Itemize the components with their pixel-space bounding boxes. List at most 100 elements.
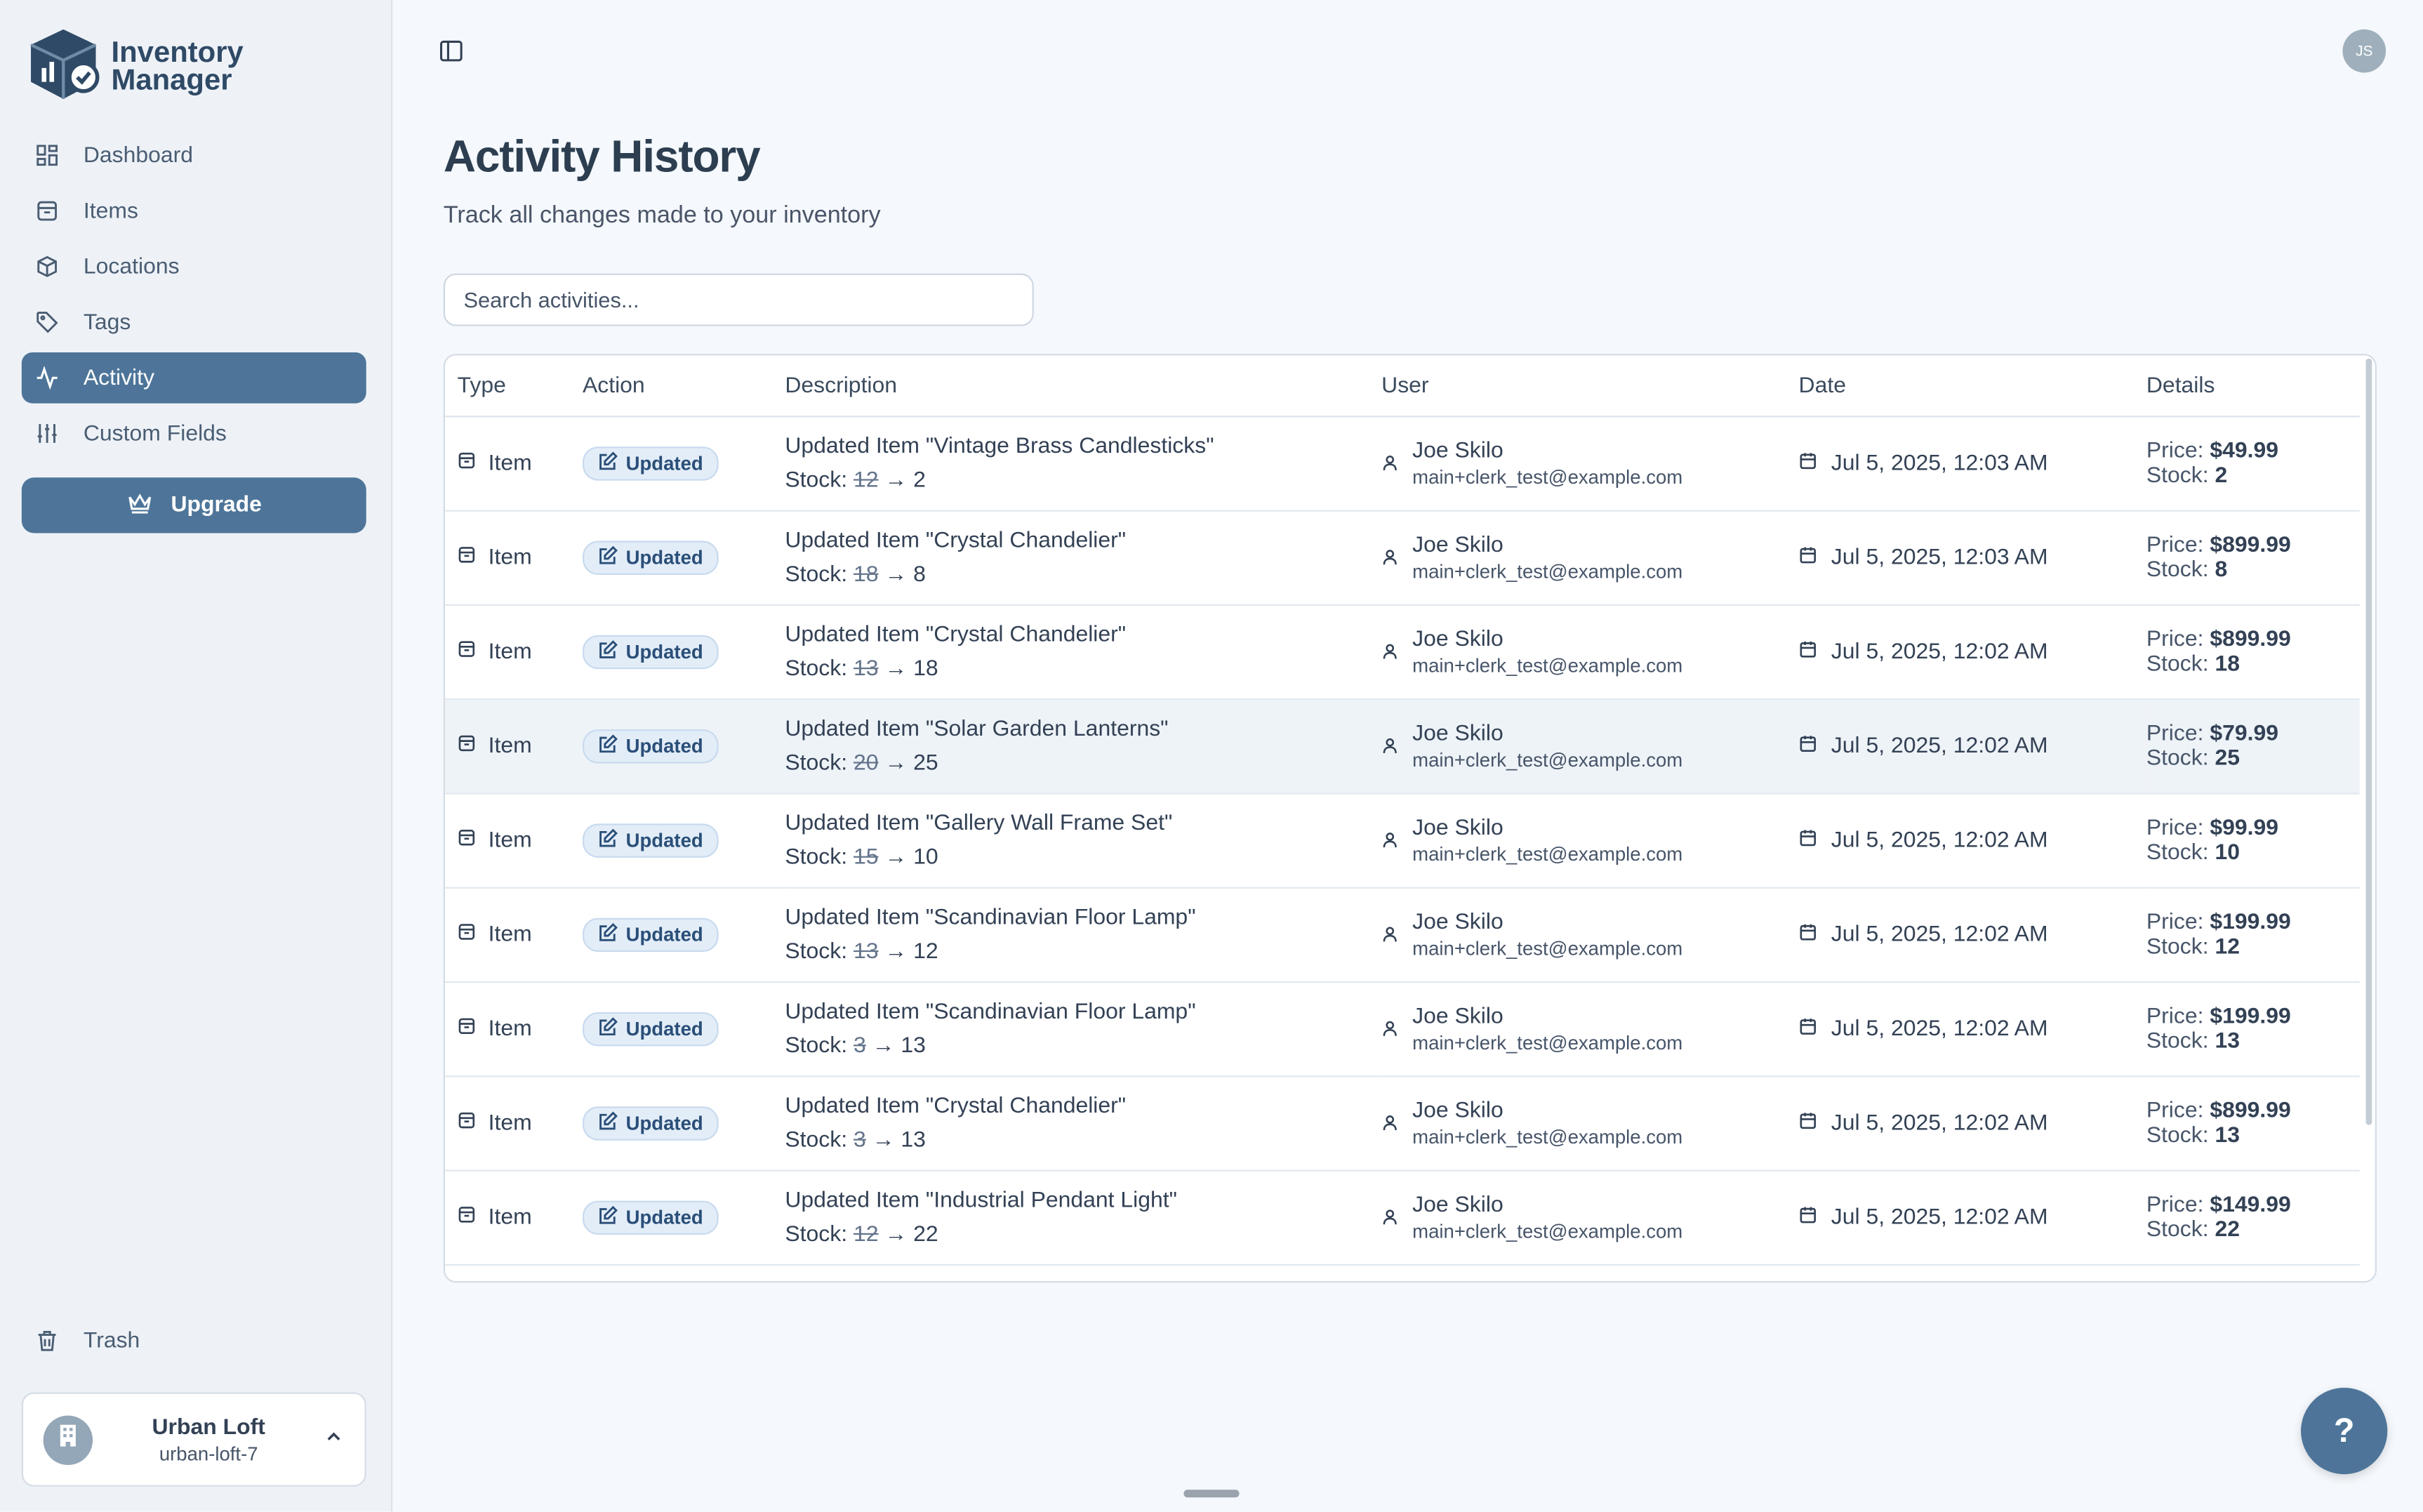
stock-new-value: 13 [901, 1128, 926, 1153]
sidebar-item-items[interactable]: Items [22, 185, 366, 237]
stock-detail-label: Stock: [2146, 934, 2209, 960]
box-icon [34, 199, 58, 223]
user-avatar[interactable]: JS [2342, 29, 2387, 73]
calendar-icon [1799, 1017, 1817, 1042]
price-line: Price: $199.99 [2146, 1004, 2360, 1029]
table-row[interactable]: Item Updated Updated Item "Gallery Wall … [445, 793, 2360, 889]
sidebar-item-dashboard[interactable]: Dashboard [22, 130, 366, 181]
sidebar-toggle-icon[interactable] [439, 39, 463, 71]
app-name-line1: Inventory [111, 36, 244, 69]
table-row[interactable]: Item Updated Updated Item "Solar Garden … [445, 699, 2360, 795]
description-text: Updated Item "Solar Garden Lanterns" [785, 717, 1169, 742]
sidebar-item-label: Items [83, 198, 138, 224]
details-cell: Price: $199.99 Stock: 13 [2146, 982, 2360, 1077]
sidebar-item-custom-fields[interactable]: Custom Fields [22, 408, 366, 459]
stock-label: Stock: [785, 468, 848, 493]
price-value: $149.99 [2210, 1193, 2291, 1218]
org-switcher[interactable]: Urban Loft urban-loft-7 [21, 1392, 366, 1487]
edit-icon [598, 734, 618, 759]
date-text: Jul 5, 2025, 12:03 AM [1831, 451, 2048, 477]
details-cell: Price: $99.99 Stock: 10 [2146, 793, 2360, 889]
stock-detail-line: Stock: 22 [2146, 1218, 2360, 1242]
help-button[interactable]: ? [2301, 1387, 2388, 1475]
drag-handle[interactable] [1183, 1490, 1240, 1498]
column-header-date: Date [1798, 355, 2146, 418]
type-cell: Item [445, 416, 583, 512]
user-icon [1381, 1017, 1398, 1042]
action-label: Updated [625, 1207, 703, 1229]
description-cell: Updated Item "Solar Garden Lanterns" Sto… [785, 699, 1382, 795]
stock-detail-label: Stock: [2146, 1123, 2209, 1148]
price-label: Price: [2146, 722, 2204, 747]
sidebar-item-activity[interactable]: Activity [21, 352, 366, 404]
price-line: Price: $899.99 [2146, 628, 2360, 652]
stock-detail-value: 2 [2215, 463, 2228, 489]
stock-change: Stock: 13 → 12 [785, 940, 1381, 964]
stock-label: Stock: [785, 1222, 848, 1247]
sidebar: Inventory Manager Dashboard Items Locati… [0, 0, 393, 1512]
upgrade-button[interactable]: Upgrade [21, 477, 366, 533]
arrow-right-icon: → [884, 1222, 908, 1247]
type-label: Item [488, 1016, 532, 1042]
user-icon [1381, 922, 1398, 947]
table-row[interactable]: Item Updated Updated Item "Scandinavian … [445, 982, 2360, 1077]
stock-new-value: 12 [913, 939, 938, 964]
date-cell: Jul 5, 2025, 12:02 AM [1798, 982, 2146, 1077]
price-line: Price: $899.99 [2146, 1099, 2360, 1123]
arrow-right-icon: → [872, 1128, 895, 1153]
table-row[interactable]: Item Updated Updated Item "Scandinavian … [445, 887, 2360, 983]
search-input[interactable] [443, 273, 1034, 326]
details-cell: Price: $199.99 Stock: 12 [2146, 887, 2360, 983]
action-badge: Updated [582, 1200, 719, 1235]
stock-detail-value: 18 [2215, 652, 2241, 677]
price-value: $49.99 [2210, 439, 2279, 464]
app-logo[interactable]: Inventory Manager [25, 25, 244, 110]
table-row[interactable]: Item Updated Updated Item "Crystal Chand… [445, 510, 2360, 606]
stock-new-value: 13 [901, 1033, 926, 1059]
edit-icon [598, 1205, 618, 1230]
details-cell: Price: $149.99 Stock: 22 [2146, 1170, 2360, 1266]
sidebar-item-label: Dashboard [83, 142, 194, 168]
stock-detail-line: Stock: 2 [2146, 463, 2360, 488]
price-value: $99.99 [2210, 816, 2279, 841]
stock-detail-label: Stock: [2146, 1029, 2209, 1054]
details-cell: Price: $899.99 Stock: 8 [2146, 510, 2360, 606]
sidebar-nav: Dashboard Items Locations Tags Activity … [21, 130, 366, 464]
arrow-right-icon: → [872, 1033, 895, 1059]
stock-detail-line: Stock: 18 [2146, 652, 2360, 677]
user-name: Joe Skilo [1412, 1004, 1503, 1030]
table-row[interactable]: Item Updated Updated Item "Industrial Pe… [445, 1170, 2360, 1266]
price-line: Price: $899.99 [2146, 533, 2360, 558]
price-label: Price: [2146, 910, 2204, 935]
table-row[interactable]: Item Updated Updated Item "Crystal Chand… [445, 604, 2360, 701]
action-badge: Updated [582, 635, 719, 670]
user-cell: Joe Skilo main+clerk_test@example.com [1381, 1076, 1799, 1172]
price-value: $199.99 [2210, 1004, 2291, 1030]
action-cell: Updated [582, 1076, 785, 1172]
arrow-right-icon: → [884, 562, 908, 588]
sidebar-item-trash[interactable]: Trash [22, 1315, 366, 1366]
sidebar-item-tags[interactable]: Tags [22, 297, 366, 348]
edit-icon [598, 828, 618, 853]
price-value: $899.99 [2210, 1099, 2291, 1124]
sidebar-item-label: Custom Fields [83, 420, 227, 446]
date-cell: Jul 5, 2025, 12:03 AM [1798, 416, 2146, 512]
description-text: Updated Item "Vintage Brass Candlesticks… [785, 434, 1214, 459]
price-value: $899.99 [2210, 627, 2291, 653]
action-badge: Updated [582, 541, 719, 575]
action-label: Updated [625, 735, 703, 757]
price-line: Price: $49.99 [2146, 439, 2360, 463]
box-icon [458, 639, 476, 664]
type-label: Item [488, 734, 532, 759]
price-value: $79.99 [2210, 722, 2279, 747]
user-name: Joe Skilo [1412, 816, 1503, 841]
sidebar-item-locations[interactable]: Locations [22, 241, 366, 292]
table-scrollbar[interactable] [2365, 358, 2372, 1125]
description-cell: Updated Item "Scandinavian Floor Lamp" S… [785, 982, 1382, 1077]
table-row[interactable]: Item Updated Updated Item "Crystal Chand… [445, 1076, 2360, 1172]
date-text: Jul 5, 2025, 12:02 AM [1831, 734, 2048, 759]
logo-box-icon [25, 25, 102, 110]
edit-icon [598, 451, 618, 476]
price-label: Price: [2146, 533, 2204, 558]
table-row[interactable]: Item Updated Updated Item "Vintage Brass… [445, 416, 2360, 512]
